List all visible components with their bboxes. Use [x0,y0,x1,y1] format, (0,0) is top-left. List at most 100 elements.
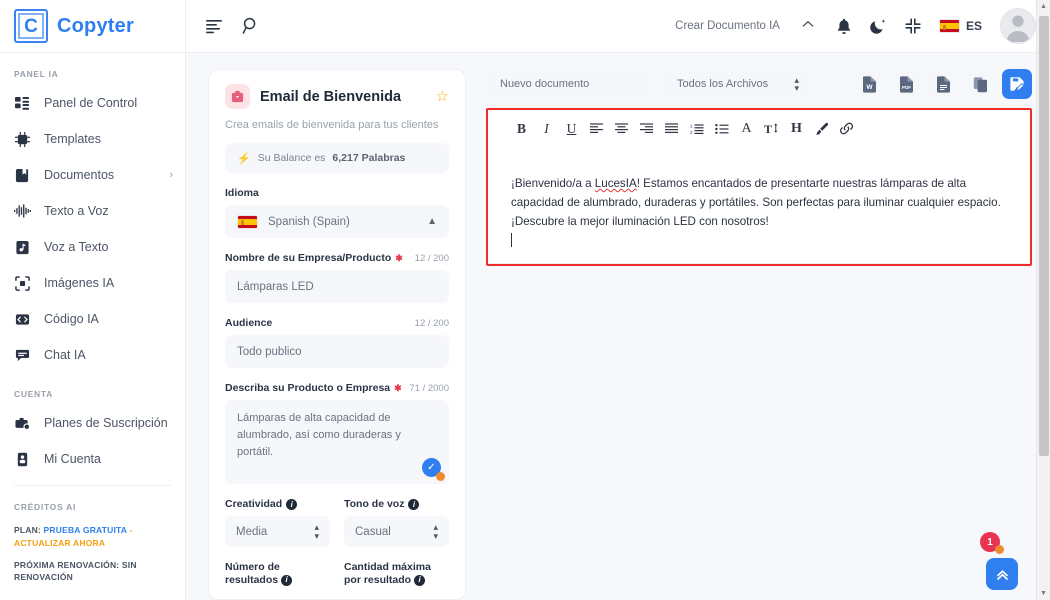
search-icon[interactable] [242,17,260,35]
language-label-text: Idioma [225,187,259,199]
editor-content[interactable]: ¡Bienvenido/a a LucesIA! Estamos encanta… [487,149,1031,248]
font-size-icon[interactable]: T [759,116,784,142]
sidebar-item-label: Documentos [44,168,115,182]
sidebar-item-codigo-ia[interactable]: Código IA [0,301,185,337]
heading-icon[interactable]: H [784,116,809,142]
form-title: Email de Bienvenida [260,88,402,105]
document-editor[interactable]: B I U 12 A T H ¡Bienvenido/a a LucesIA! … [486,108,1032,264]
scrollbar-down-arrow-icon[interactable]: ▼ [1037,587,1050,600]
italic-icon[interactable]: I [534,116,559,142]
audience-label-text: Audience [225,317,273,329]
font-family-icon[interactable]: A [734,116,759,142]
sidebar-item-label: Planes de Suscripción [44,416,168,430]
creativity-label: Creatividad i [225,484,330,516]
company-name-input[interactable]: Lámparas LED [225,270,449,303]
dashboard-icon [14,95,31,112]
bell-icon[interactable] [836,18,852,35]
plan-upgrade-link[interactable]: ACTUALIZAR AHORA [14,538,105,548]
text-caret [511,233,512,248]
compress-icon[interactable] [905,18,921,34]
audience-value: Todo publico [237,345,302,358]
description-label-text: Describa su Producto o Empresa [225,382,391,394]
nav-heading-cuenta: CUENTA [14,389,53,399]
sidebar-item-label: Mi Cuenta [44,452,101,466]
language-code: ES [965,19,982,33]
nav-panel-ia: PANEL IA Panel de Control Templates Docu… [0,53,185,373]
content-area: Email de Bienvenida ☆ Crea emails de bie… [186,53,1050,600]
description-textarea[interactable]: Lámparas de alta capacidad de alumbrado,… [225,400,449,484]
creativity-value: Media [236,525,268,538]
sidebar-item-planes-de-suscripcion[interactable]: Planes de Suscripción [0,405,185,441]
description-label: Describa su Producto o Empresa ✱ 71 / 20… [225,368,449,400]
image-ai-icon [14,275,31,292]
star-icon[interactable]: ☆ [436,89,449,104]
chevron-up-icon[interactable] [798,20,818,32]
highlight-brush-icon[interactable] [809,116,834,142]
bold-icon[interactable]: B [509,116,534,142]
info-icon[interactable]: i [281,574,293,586]
window-scrollbar[interactable]: ▲ ▼ [1036,0,1050,600]
sidebar: C Copyter PANEL IA Panel de Control Temp… [0,0,186,600]
info-icon[interactable]: i [286,498,298,510]
tone-select[interactable]: Casual ▴ ▾ [344,516,449,547]
sidebar-item-label: Código IA [44,312,99,326]
plan-line: PLAN: PRUEBA GRATUITA - ACTUALIZAR AHORA [14,518,171,550]
bolt-icon: ⚡ [237,152,251,165]
waveform-icon [14,203,31,220]
sidebar-item-imagenes-ia[interactable]: Imágenes IA [0,265,185,301]
scrollbar-up-arrow-icon[interactable]: ▲ [1037,0,1050,13]
avatar[interactable] [1000,8,1036,44]
scrollbar-thumb[interactable] [1039,16,1049,456]
file-filter-select[interactable]: Todos los Archivos ▴ ▾ [663,69,813,99]
sidebar-item-documentos[interactable]: Documentos › [0,157,185,193]
language-select[interactable]: Spanish (Spain) ▲ [225,205,449,238]
align-left-icon[interactable] [584,116,609,142]
export-pdf-button[interactable]: PDF [891,69,921,99]
max-per-result-label: Cantidad máxima por resultado i [344,547,449,593]
create-document-button[interactable]: Crear Documento IA [675,20,780,32]
chat-icon [14,347,31,364]
export-text-button[interactable] [928,69,958,99]
sidebar-item-label: Templates [44,132,101,146]
link-icon[interactable] [834,116,859,142]
ordered-list-icon[interactable]: 12 [684,116,709,142]
export-word-button[interactable]: W [854,69,884,99]
tone-label-text: Tono de voz [344,498,405,510]
scroll-to-top-button[interactable] [986,558,1018,590]
save-document-button[interactable] [1002,69,1032,99]
underline-icon[interactable]: U [559,116,584,142]
info-icon[interactable]: i [408,498,420,510]
unordered-list-icon[interactable] [709,116,734,142]
results-count-label-text: Número de resultados [225,561,280,587]
creativity-select[interactable]: Media ▴ ▾ [225,516,330,547]
align-center-icon[interactable] [609,116,634,142]
language-switcher[interactable]: ES [938,19,982,33]
code-icon [14,311,31,328]
moon-icon[interactable] [870,18,887,35]
company-name-counter: 12 / 200 [414,252,449,264]
form-subtitle: Crea emails de bienvenida para tus clien… [225,119,439,131]
updown-caret-icon: ▴ ▾ [314,522,319,541]
new-document-button[interactable]: Nuevo documento [486,69,654,99]
tone-group: Tono de voz i Casual ▴ ▾ [344,484,449,547]
briefcase-icon [14,415,31,432]
sidebar-item-voz-a-texto[interactable]: Voz a Texto [0,229,185,265]
sidebar-item-texto-a-voz[interactable]: Texto a Voz [0,193,185,229]
menu-icon[interactable] [206,19,224,34]
sidebar-item-chat-ia[interactable]: Chat IA [0,337,185,373]
audience-input[interactable]: Todo publico [225,335,449,368]
copy-button[interactable] [965,69,995,99]
align-right-icon[interactable] [634,116,659,142]
balance-text: Su Balance es [257,152,326,164]
sidebar-item-templates[interactable]: Templates [0,121,185,157]
align-justify-icon[interactable] [659,116,684,142]
sidebar-item-mi-cuenta[interactable]: Mi Cuenta [0,441,185,477]
balance-banner: ⚡ Su Balance es 6,217 Palabras [225,143,449,173]
spain-flag-icon [938,19,960,33]
document-toolbar: Nuevo documento Todos los Archivos ▴ ▾ W … [486,69,1032,108]
info-icon[interactable]: i [414,574,426,586]
brand-logo[interactable]: C Copyter [0,0,185,53]
mail-template-icon [225,84,250,109]
spain-flag-icon [237,214,258,229]
sidebar-item-panel-de-control[interactable]: Panel de Control [0,85,185,121]
